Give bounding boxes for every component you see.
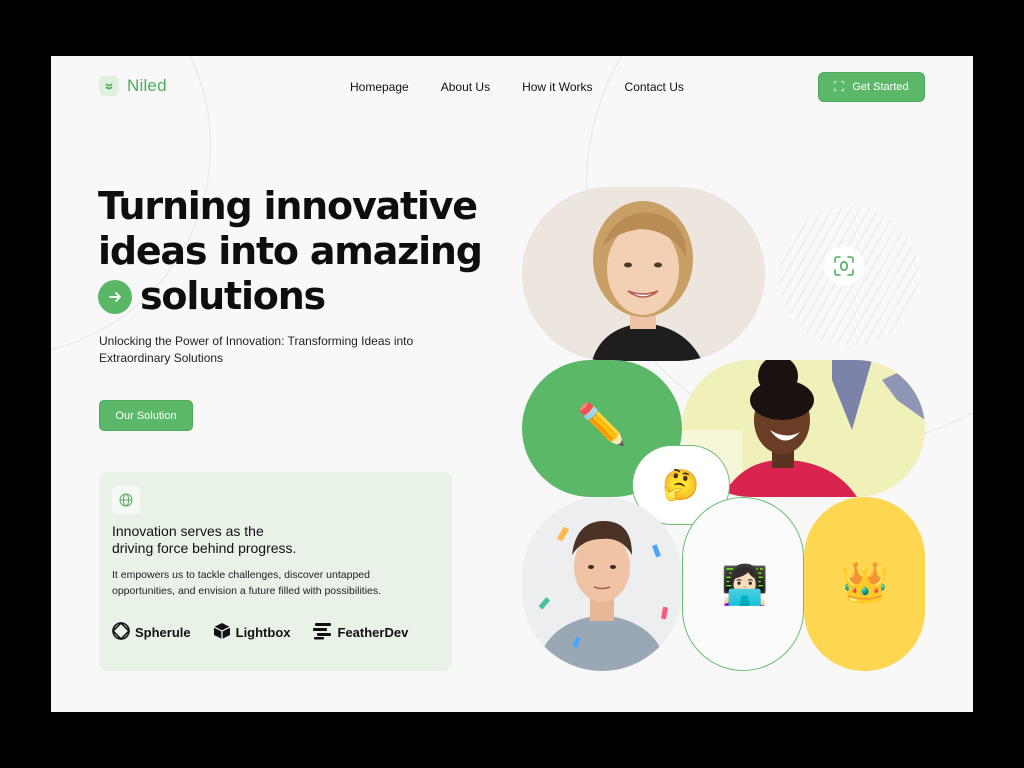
- featherdev-logo-icon: [312, 622, 333, 643]
- our-solution-button[interactable]: Our Solution: [99, 400, 193, 431]
- card-heading-line-2: driving force behind progress.: [112, 540, 297, 556]
- thinking-face-icon: 🤔: [662, 467, 700, 503]
- card-heading-line-1: Innovation serves as the: [112, 523, 264, 539]
- landing-page: Niled Homepage About Us How it Works Con…: [51, 56, 973, 712]
- brand-lightbox: Lightbox: [213, 622, 291, 643]
- nav-homepage[interactable]: Homepage: [350, 80, 409, 94]
- brand-featherdev: FeatherDev: [312, 622, 409, 643]
- brand-name: Niled: [127, 76, 167, 95]
- card-heading: Innovation serves as the driving force b…: [112, 523, 372, 557]
- nav-how-it-works[interactable]: How it Works: [522, 80, 592, 94]
- hero-title-line-3: solutions: [98, 274, 518, 319]
- brand-featherdev-name: FeatherDev: [337, 625, 409, 640]
- lightbox-logo-icon: [213, 622, 231, 643]
- globe-icon: [112, 486, 140, 514]
- logo-mark-icon: [99, 76, 119, 96]
- logo[interactable]: Niled: [99, 76, 167, 96]
- hero-title-line-2: ideas into amazing: [98, 229, 483, 273]
- pencil-icon: ✏️: [577, 402, 627, 448]
- innovation-card: Innovation serves as the driving force b…: [99, 472, 452, 671]
- crown-icon: 👑: [840, 560, 890, 606]
- get-started-label: Get Started: [852, 81, 909, 93]
- hero-title-line-1: Turning innovative: [98, 184, 478, 228]
- laptop-worker-card: 👩🏻‍💻: [682, 497, 804, 671]
- woman-technologist-icon: 👩🏻‍💻: [721, 563, 769, 607]
- face-scan-icon: [824, 246, 864, 286]
- woman-portrait-photo: [522, 187, 765, 361]
- nav-contact-us[interactable]: Contact Us: [625, 80, 684, 94]
- brand-lightbox-name: Lightbox: [235, 625, 291, 640]
- get-started-button[interactable]: Get Started: [818, 72, 925, 102]
- expand-icon: [833, 79, 845, 94]
- hero-title: Turning innovative ideas into amazing so…: [98, 184, 518, 319]
- main-nav: Homepage About Us How it Works Contact U…: [350, 80, 716, 94]
- brand-spherule: Spherule: [111, 621, 191, 643]
- card-body-text: It empowers us to tackle challenges, dis…: [112, 569, 382, 597]
- young-man-photo: [522, 497, 682, 671]
- nav-about-us[interactable]: About Us: [441, 80, 490, 94]
- hero-subtitle: Unlocking the Power of Innovation: Trans…: [99, 334, 414, 365]
- partner-logos: Spherule Lightbox FeatherDev: [111, 621, 409, 643]
- spherule-logo-icon: [111, 621, 131, 643]
- crown-card: 👑: [804, 497, 925, 671]
- hero-title-line-3-text: solutions: [140, 274, 326, 318]
- arrow-right-icon: [98, 279, 132, 314]
- brand-spherule-name: Spherule: [135, 625, 191, 640]
